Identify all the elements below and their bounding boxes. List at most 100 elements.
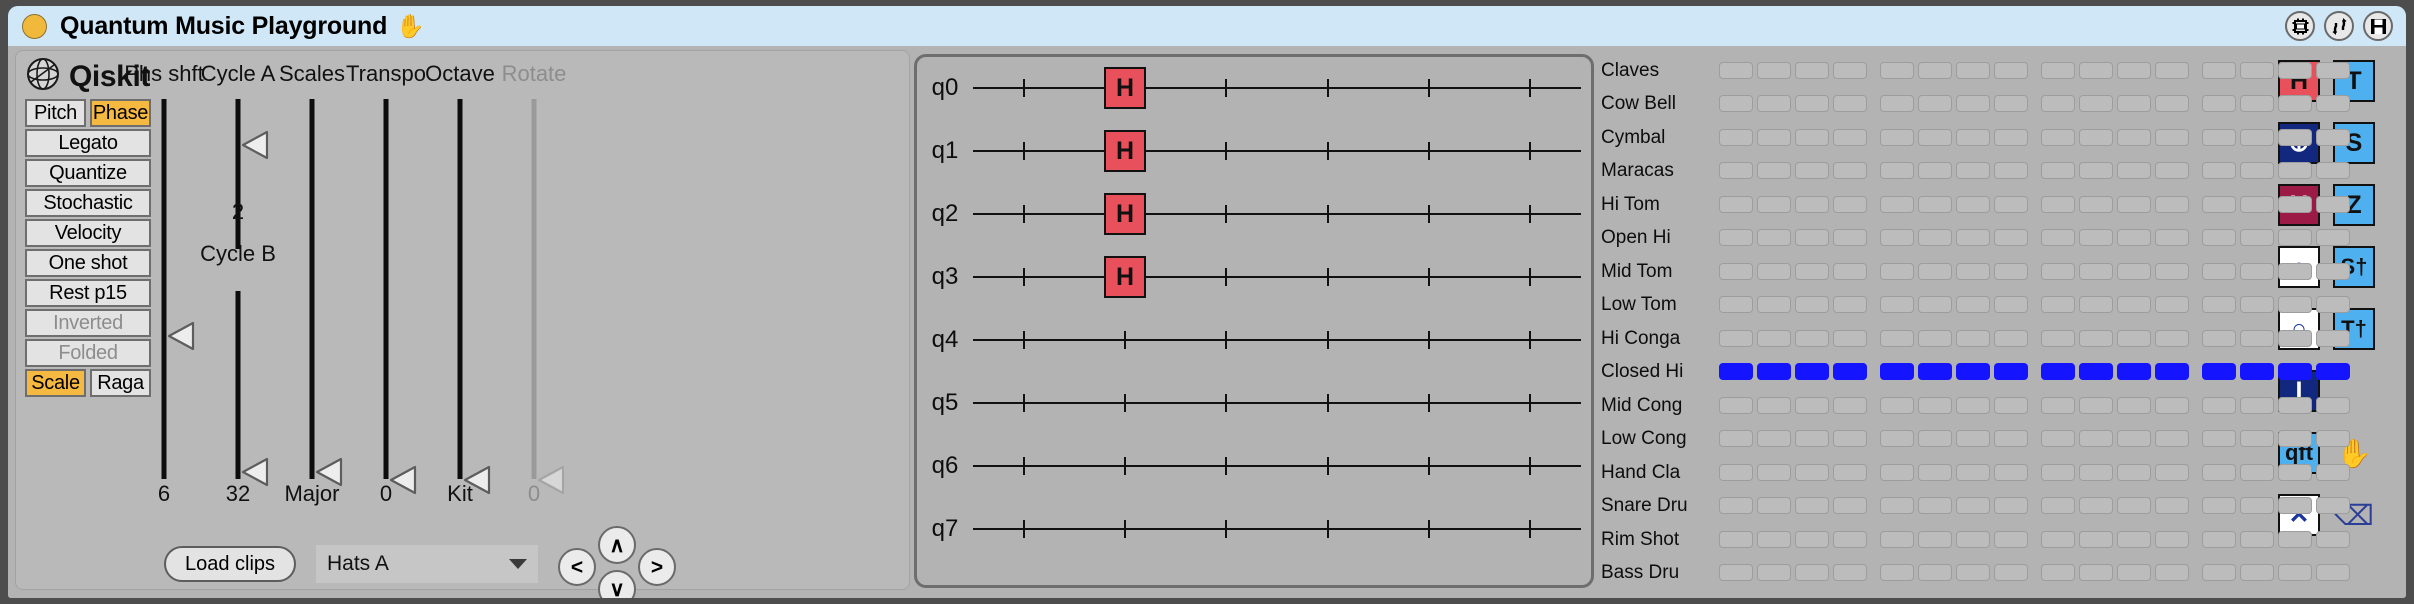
drum-step-cell[interactable]	[1757, 296, 1791, 314]
drum-step-cell[interactable]	[1757, 430, 1791, 448]
load-clips-button[interactable]: Load clips	[164, 546, 296, 582]
drum-step-cell[interactable]	[2240, 162, 2274, 180]
drum-step-cell[interactable]	[2079, 61, 2113, 79]
drum-step-cell[interactable]	[1757, 262, 1791, 280]
drum-step-cell[interactable]	[2117, 564, 2151, 582]
drum-step-cell[interactable]	[2117, 430, 2151, 448]
drum-step-cell[interactable]	[1994, 363, 2028, 381]
drum-step-cell[interactable]	[2278, 95, 2312, 113]
drum-step-cell[interactable]	[2316, 195, 2350, 213]
drum-step-cell[interactable]	[2079, 262, 2113, 280]
drum-step-cell[interactable]	[2155, 262, 2189, 280]
drum-step-cell[interactable]	[1795, 229, 1829, 247]
circuit-gate-h[interactable]: H	[1104, 130, 1146, 172]
drum-step-cell[interactable]	[1994, 195, 2028, 213]
drum-step-cell[interactable]	[1880, 564, 1914, 582]
drum-step-cell[interactable]	[2155, 95, 2189, 113]
drum-step-cell[interactable]	[1795, 396, 1829, 414]
drum-step-cell[interactable]	[1880, 396, 1914, 414]
drum-step-cell[interactable]	[1833, 262, 1867, 280]
drum-step-cell[interactable]	[1994, 564, 2028, 582]
qubit-wire-q5[interactable]	[973, 382, 1581, 424]
qubit-wire-q3[interactable]: H	[973, 256, 1581, 298]
refresh-sync-icon[interactable]	[2324, 11, 2354, 41]
drum-step-cell[interactable]	[1918, 329, 1952, 347]
drum-step-cell[interactable]	[2079, 296, 2113, 314]
drum-step-cell[interactable]	[2240, 262, 2274, 280]
drum-step-cell[interactable]	[2155, 329, 2189, 347]
drum-step-cell[interactable]	[2316, 530, 2350, 548]
drum-step-cell[interactable]	[2041, 363, 2075, 381]
drum-step-cell[interactable]	[1795, 61, 1829, 79]
drum-step-cell[interactable]	[1918, 128, 1952, 146]
drum-step-cell[interactable]	[1994, 61, 2028, 79]
drum-step-cell[interactable]	[2041, 61, 2075, 79]
drum-step-cell[interactable]	[2316, 128, 2350, 146]
drum-step-cell[interactable]	[1918, 564, 1952, 582]
slider-track-cycle-b[interactable]	[235, 291, 241, 479]
drum-step-cell[interactable]	[1956, 61, 1990, 79]
drum-step-cell[interactable]	[1918, 296, 1952, 314]
drum-step-cell[interactable]	[2117, 229, 2151, 247]
drum-step-cell[interactable]	[1918, 195, 1952, 213]
qubit-wire-q1[interactable]: H	[973, 130, 1581, 172]
drum-step-cell[interactable]	[2240, 396, 2274, 414]
nav-right-button[interactable]: >	[638, 548, 676, 586]
drum-step-cell[interactable]	[1880, 329, 1914, 347]
drum-step-cell[interactable]	[1757, 128, 1791, 146]
slider-track-phase-shift[interactable]	[161, 99, 167, 479]
drum-step-cell[interactable]	[1956, 262, 1990, 280]
circuit-gate-h[interactable]: H	[1104, 256, 1146, 298]
drum-step-cell[interactable]	[2202, 296, 2236, 314]
drum-step-cell[interactable]	[1994, 497, 2028, 515]
drum-step-cell[interactable]	[2117, 95, 2151, 113]
drum-step-cell[interactable]	[2278, 463, 2312, 481]
drum-step-cell[interactable]	[1719, 564, 1753, 582]
drum-step-cell[interactable]	[2041, 229, 2075, 247]
drum-step-cell[interactable]	[2155, 296, 2189, 314]
drum-step-cell[interactable]	[1880, 363, 1914, 381]
drum-step-cell[interactable]	[1956, 530, 1990, 548]
drum-step-cell[interactable]	[2240, 363, 2274, 381]
drum-step-cell[interactable]	[1880, 296, 1914, 314]
drum-step-cell[interactable]	[1880, 430, 1914, 448]
drum-step-cell[interactable]	[1719, 229, 1753, 247]
qubit-wire-q7[interactable]	[973, 508, 1581, 550]
drum-step-cell[interactable]	[2117, 329, 2151, 347]
drum-step-cell[interactable]	[2041, 128, 2075, 146]
qubit-wire-q4[interactable]	[973, 319, 1581, 361]
drum-step-cell[interactable]	[2202, 430, 2236, 448]
drum-step-cell[interactable]	[2240, 296, 2274, 314]
drum-step-cell[interactable]	[1880, 128, 1914, 146]
drum-step-cell[interactable]	[1994, 296, 2028, 314]
clip-select[interactable]: Hats A	[316, 545, 538, 583]
drum-step-cell[interactable]	[2155, 229, 2189, 247]
drum-step-cell[interactable]	[1880, 530, 1914, 548]
drum-step-cell[interactable]	[1880, 95, 1914, 113]
slider-track-octave[interactable]	[457, 99, 463, 479]
drum-step-cell[interactable]	[2041, 262, 2075, 280]
drum-step-cell[interactable]	[2202, 128, 2236, 146]
drum-step-cell[interactable]	[2240, 329, 2274, 347]
drum-step-cell[interactable]	[2079, 162, 2113, 180]
drum-step-cell[interactable]	[1994, 463, 2028, 481]
drum-step-cell[interactable]	[2202, 262, 2236, 280]
drum-step-cell[interactable]	[2278, 430, 2312, 448]
drum-step-cell[interactable]	[1956, 229, 1990, 247]
drum-step-cell[interactable]	[1833, 530, 1867, 548]
drum-step-cell[interactable]	[2117, 497, 2151, 515]
drum-step-cell[interactable]	[2240, 564, 2274, 582]
drum-step-cell[interactable]	[2278, 262, 2312, 280]
drum-step-cell[interactable]	[2079, 430, 2113, 448]
drum-step-cell[interactable]	[1956, 497, 1990, 515]
drum-step-cell[interactable]	[2278, 530, 2312, 548]
drum-step-cell[interactable]	[1833, 229, 1867, 247]
drum-step-cell[interactable]	[1956, 95, 1990, 113]
drum-step-cell[interactable]	[1956, 162, 1990, 180]
drum-step-cell[interactable]	[1833, 296, 1867, 314]
slider-track-transpose[interactable]	[383, 99, 389, 479]
drum-step-cell[interactable]	[1757, 530, 1791, 548]
drum-step-cell[interactable]	[1757, 195, 1791, 213]
drum-step-cell[interactable]	[1918, 262, 1952, 280]
drum-step-cell[interactable]	[1994, 396, 2028, 414]
